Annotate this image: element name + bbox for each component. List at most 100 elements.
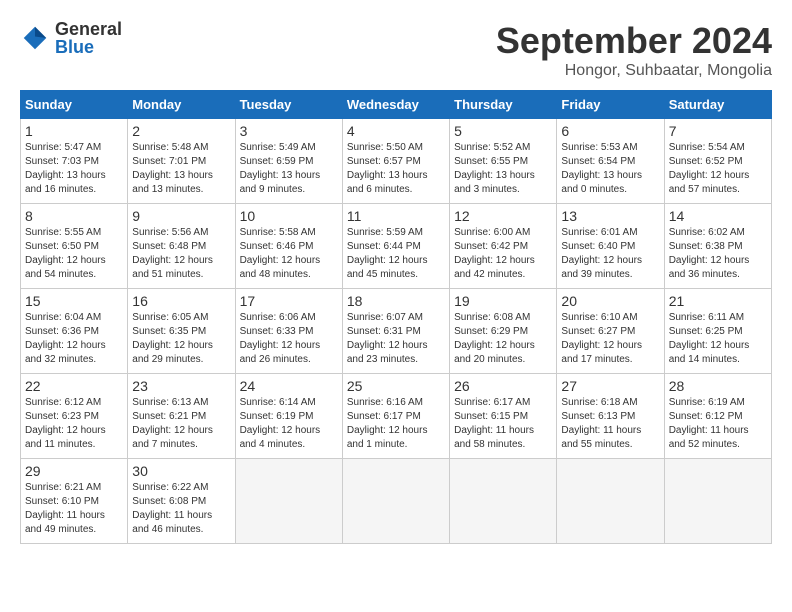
calendar-week-5: 29 Sunrise: 6:21 AMSunset: 6:10 PMDaylig… bbox=[21, 459, 772, 544]
day-number: 11 bbox=[347, 208, 445, 224]
day-number: 1 bbox=[25, 123, 123, 139]
day-info: Sunrise: 6:05 AMSunset: 6:35 PMDaylight:… bbox=[132, 312, 213, 365]
calendar-cell: 22 Sunrise: 6:12 AMSunset: 6:23 PMDaylig… bbox=[21, 374, 128, 459]
day-number: 8 bbox=[25, 208, 123, 224]
day-number: 30 bbox=[132, 463, 230, 479]
calendar-table: SundayMondayTuesdayWednesdayThursdayFrid… bbox=[20, 90, 772, 544]
day-info: Sunrise: 5:53 AMSunset: 6:54 PMDaylight:… bbox=[561, 142, 642, 195]
day-info: Sunrise: 6:22 AMSunset: 6:08 PMDaylight:… bbox=[132, 482, 212, 535]
calendar-cell: 1 Sunrise: 5:47 AMSunset: 7:03 PMDayligh… bbox=[21, 119, 128, 204]
day-info: Sunrise: 6:11 AMSunset: 6:25 PMDaylight:… bbox=[669, 312, 750, 365]
day-info: Sunrise: 6:12 AMSunset: 6:23 PMDaylight:… bbox=[25, 397, 106, 450]
day-number: 12 bbox=[454, 208, 552, 224]
calendar-cell: 3 Sunrise: 5:49 AMSunset: 6:59 PMDayligh… bbox=[235, 119, 342, 204]
day-number: 23 bbox=[132, 378, 230, 394]
day-info: Sunrise: 6:13 AMSunset: 6:21 PMDaylight:… bbox=[132, 397, 213, 450]
calendar-cell: 8 Sunrise: 5:55 AMSunset: 6:50 PMDayligh… bbox=[21, 204, 128, 289]
calendar-cell: 15 Sunrise: 6:04 AMSunset: 6:36 PMDaylig… bbox=[21, 289, 128, 374]
calendar-cell: 28 Sunrise: 6:19 AMSunset: 6:12 PMDaylig… bbox=[664, 374, 771, 459]
logo-icon bbox=[20, 23, 50, 53]
day-number: 28 bbox=[669, 378, 767, 394]
day-info: Sunrise: 6:01 AMSunset: 6:40 PMDaylight:… bbox=[561, 227, 642, 280]
day-number: 25 bbox=[347, 378, 445, 394]
day-info: Sunrise: 6:04 AMSunset: 6:36 PMDaylight:… bbox=[25, 312, 106, 365]
calendar-cell: 5 Sunrise: 5:52 AMSunset: 6:55 PMDayligh… bbox=[450, 119, 557, 204]
location: Hongor, Suhbaatar, Mongolia bbox=[496, 62, 772, 80]
calendar-week-3: 15 Sunrise: 6:04 AMSunset: 6:36 PMDaylig… bbox=[21, 289, 772, 374]
calendar-cell: 17 Sunrise: 6:06 AMSunset: 6:33 PMDaylig… bbox=[235, 289, 342, 374]
calendar-cell: 11 Sunrise: 5:59 AMSunset: 6:44 PMDaylig… bbox=[342, 204, 449, 289]
page-header: General Blue September 2024 Hongor, Suhb… bbox=[20, 20, 772, 80]
day-number: 22 bbox=[25, 378, 123, 394]
calendar-cell: 2 Sunrise: 5:48 AMSunset: 7:01 PMDayligh… bbox=[128, 119, 235, 204]
day-info: Sunrise: 5:55 AMSunset: 6:50 PMDaylight:… bbox=[25, 227, 106, 280]
day-number: 15 bbox=[25, 293, 123, 309]
day-info: Sunrise: 6:00 AMSunset: 6:42 PMDaylight:… bbox=[454, 227, 535, 280]
calendar-cell: 12 Sunrise: 6:00 AMSunset: 6:42 PMDaylig… bbox=[450, 204, 557, 289]
day-info: Sunrise: 6:21 AMSunset: 6:10 PMDaylight:… bbox=[25, 482, 105, 535]
calendar-week-2: 8 Sunrise: 5:55 AMSunset: 6:50 PMDayligh… bbox=[21, 204, 772, 289]
calendar-cell: 25 Sunrise: 6:16 AMSunset: 6:17 PMDaylig… bbox=[342, 374, 449, 459]
header-sunday: Sunday bbox=[21, 91, 128, 119]
day-info: Sunrise: 5:52 AMSunset: 6:55 PMDaylight:… bbox=[454, 142, 535, 195]
calendar-cell: 24 Sunrise: 6:14 AMSunset: 6:19 PMDaylig… bbox=[235, 374, 342, 459]
calendar-cell bbox=[557, 459, 664, 544]
day-number: 16 bbox=[132, 293, 230, 309]
day-number: 13 bbox=[561, 208, 659, 224]
calendar-cell: 7 Sunrise: 5:54 AMSunset: 6:52 PMDayligh… bbox=[664, 119, 771, 204]
day-number: 24 bbox=[240, 378, 338, 394]
calendar-cell bbox=[664, 459, 771, 544]
calendar-week-4: 22 Sunrise: 6:12 AMSunset: 6:23 PMDaylig… bbox=[21, 374, 772, 459]
day-number: 5 bbox=[454, 123, 552, 139]
day-number: 18 bbox=[347, 293, 445, 309]
header-friday: Friday bbox=[557, 91, 664, 119]
calendar-cell: 9 Sunrise: 5:56 AMSunset: 6:48 PMDayligh… bbox=[128, 204, 235, 289]
header-saturday: Saturday bbox=[664, 91, 771, 119]
day-number: 4 bbox=[347, 123, 445, 139]
calendar-cell: 23 Sunrise: 6:13 AMSunset: 6:21 PMDaylig… bbox=[128, 374, 235, 459]
logo-blue: Blue bbox=[55, 38, 122, 56]
day-info: Sunrise: 5:54 AMSunset: 6:52 PMDaylight:… bbox=[669, 142, 750, 195]
calendar-cell: 30 Sunrise: 6:22 AMSunset: 6:08 PMDaylig… bbox=[128, 459, 235, 544]
day-number: 14 bbox=[669, 208, 767, 224]
day-number: 29 bbox=[25, 463, 123, 479]
calendar-cell: 13 Sunrise: 6:01 AMSunset: 6:40 PMDaylig… bbox=[557, 204, 664, 289]
logo-text: General Blue bbox=[55, 20, 122, 56]
calendar-cell: 27 Sunrise: 6:18 AMSunset: 6:13 PMDaylig… bbox=[557, 374, 664, 459]
day-info: Sunrise: 6:08 AMSunset: 6:29 PMDaylight:… bbox=[454, 312, 535, 365]
calendar-cell bbox=[450, 459, 557, 544]
day-info: Sunrise: 6:17 AMSunset: 6:15 PMDaylight:… bbox=[454, 397, 534, 450]
calendar-cell: 10 Sunrise: 5:58 AMSunset: 6:46 PMDaylig… bbox=[235, 204, 342, 289]
day-info: Sunrise: 6:10 AMSunset: 6:27 PMDaylight:… bbox=[561, 312, 642, 365]
month-title: September 2024 bbox=[496, 20, 772, 62]
day-number: 10 bbox=[240, 208, 338, 224]
day-info: Sunrise: 6:16 AMSunset: 6:17 PMDaylight:… bbox=[347, 397, 428, 450]
day-info: Sunrise: 6:06 AMSunset: 6:33 PMDaylight:… bbox=[240, 312, 321, 365]
day-info: Sunrise: 5:59 AMSunset: 6:44 PMDaylight:… bbox=[347, 227, 428, 280]
day-number: 20 bbox=[561, 293, 659, 309]
calendar-cell: 29 Sunrise: 6:21 AMSunset: 6:10 PMDaylig… bbox=[21, 459, 128, 544]
day-info: Sunrise: 6:19 AMSunset: 6:12 PMDaylight:… bbox=[669, 397, 749, 450]
header-wednesday: Wednesday bbox=[342, 91, 449, 119]
day-number: 2 bbox=[132, 123, 230, 139]
day-info: Sunrise: 5:49 AMSunset: 6:59 PMDaylight:… bbox=[240, 142, 321, 195]
day-number: 21 bbox=[669, 293, 767, 309]
calendar-cell bbox=[342, 459, 449, 544]
day-info: Sunrise: 6:14 AMSunset: 6:19 PMDaylight:… bbox=[240, 397, 321, 450]
day-info: Sunrise: 5:48 AMSunset: 7:01 PMDaylight:… bbox=[132, 142, 213, 195]
header-tuesday: Tuesday bbox=[235, 91, 342, 119]
calendar-cell: 19 Sunrise: 6:08 AMSunset: 6:29 PMDaylig… bbox=[450, 289, 557, 374]
day-info: Sunrise: 5:50 AMSunset: 6:57 PMDaylight:… bbox=[347, 142, 428, 195]
calendar-cell: 18 Sunrise: 6:07 AMSunset: 6:31 PMDaylig… bbox=[342, 289, 449, 374]
calendar-cell: 14 Sunrise: 6:02 AMSunset: 6:38 PMDaylig… bbox=[664, 204, 771, 289]
day-info: Sunrise: 5:56 AMSunset: 6:48 PMDaylight:… bbox=[132, 227, 213, 280]
title-section: September 2024 Hongor, Suhbaatar, Mongol… bbox=[496, 20, 772, 80]
day-info: Sunrise: 6:18 AMSunset: 6:13 PMDaylight:… bbox=[561, 397, 641, 450]
day-info: Sunrise: 5:47 AMSunset: 7:03 PMDaylight:… bbox=[25, 142, 106, 195]
day-number: 26 bbox=[454, 378, 552, 394]
calendar-cell: 16 Sunrise: 6:05 AMSunset: 6:35 PMDaylig… bbox=[128, 289, 235, 374]
calendar-week-1: 1 Sunrise: 5:47 AMSunset: 7:03 PMDayligh… bbox=[21, 119, 772, 204]
calendar-header-row: SundayMondayTuesdayWednesdayThursdayFrid… bbox=[21, 91, 772, 119]
day-info: Sunrise: 6:02 AMSunset: 6:38 PMDaylight:… bbox=[669, 227, 750, 280]
calendar-cell: 20 Sunrise: 6:10 AMSunset: 6:27 PMDaylig… bbox=[557, 289, 664, 374]
